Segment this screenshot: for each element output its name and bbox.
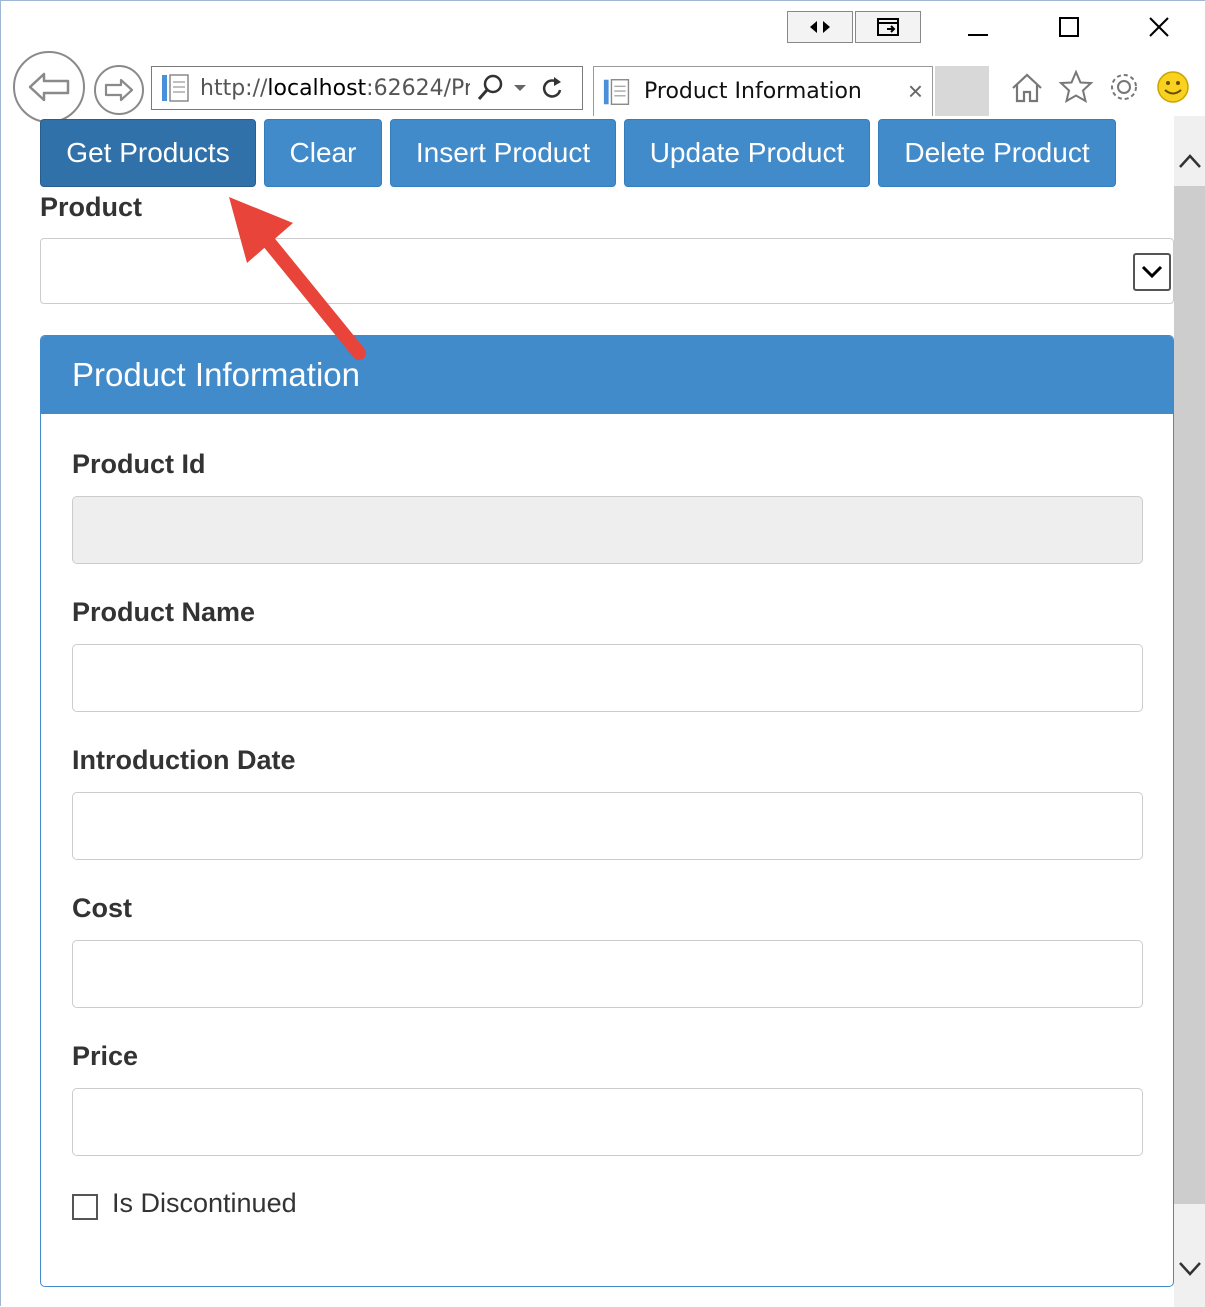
forward-arrow-icon [104, 78, 134, 102]
scroll-thumb[interactable] [1174, 186, 1205, 1204]
product-id-field [72, 496, 1143, 564]
url-path: :62624/Prc [366, 75, 470, 101]
product-name-field[interactable] [72, 644, 1143, 712]
page-icon [603, 78, 630, 105]
home-icon[interactable] [1009, 71, 1045, 105]
search-icon[interactable] [476, 73, 506, 103]
product-name-label: Product Name [72, 597, 256, 627]
chevron-down-icon[interactable] [1133, 253, 1171, 291]
page-icon [162, 74, 189, 102]
tab-title: Product Information [644, 79, 862, 104]
get-products-button[interactable]: Get Products [40, 119, 256, 187]
dev-tools-dock-button[interactable] [787, 11, 853, 43]
insert-product-button[interactable]: Insert Product [390, 119, 616, 187]
forward-button[interactable] [94, 65, 144, 115]
browser-chrome: http://localhost:62624/Prc Product In [1, 1, 1205, 123]
cost-label: Cost [72, 893, 132, 923]
dev-tools-undock-button[interactable] [855, 11, 921, 43]
product-id-label: Product Id [72, 449, 206, 479]
maximize-icon [1059, 17, 1079, 37]
tab-product-information[interactable]: Product Information × [593, 66, 933, 116]
vertical-scrollbar[interactable] [1174, 116, 1205, 1307]
minimize-button[interactable] [956, 11, 1000, 43]
introduction-date-label: Introduction Date [72, 745, 296, 775]
chevron-down-icon [1179, 1262, 1201, 1276]
gear-icon[interactable] [1106, 69, 1142, 105]
close-window-button[interactable] [1137, 11, 1181, 43]
price-field[interactable] [72, 1088, 1143, 1156]
undock-window-icon [877, 18, 899, 36]
split-arrows-icon [810, 21, 830, 33]
scroll-down-button[interactable] [1174, 1244, 1205, 1294]
scroll-up-button[interactable] [1174, 136, 1205, 186]
address-url[interactable]: http://localhost:62624/Prc [200, 76, 470, 101]
product-select-label: Product [40, 192, 143, 222]
update-product-button[interactable]: Update Product [624, 119, 870, 187]
is-discontinued-label: Is Discontinued [112, 1188, 297, 1218]
product-info-panel: Product Information Product Id Product N… [40, 335, 1174, 1287]
panel-title: Product Information [41, 336, 1173, 414]
favorites-star-icon[interactable] [1058, 69, 1094, 105]
price-label: Price [72, 1041, 139, 1071]
tab-close-icon[interactable]: × [908, 76, 923, 107]
url-scheme: http:// [200, 75, 268, 101]
product-select[interactable] [40, 238, 1174, 304]
address-bar[interactable]: http://localhost:62624/Prc [151, 66, 583, 110]
dropdown-triangle-icon[interactable] [510, 78, 530, 98]
maximize-button[interactable] [1047, 11, 1091, 43]
page-viewport: Get Products Clear Insert Product Update… [9, 116, 1174, 1307]
chevron-up-icon [1179, 154, 1201, 168]
delete-product-button[interactable]: Delete Product [878, 119, 1116, 187]
refresh-icon[interactable] [538, 74, 566, 102]
browser-window: http://localhost:62624/Prc Product In [0, 0, 1205, 1307]
smiley-feedback-icon[interactable] [1155, 69, 1191, 105]
back-arrow-icon [28, 72, 70, 102]
cost-field[interactable] [72, 940, 1143, 1008]
introduction-date-field[interactable] [72, 792, 1143, 860]
url-host: localhost [267, 75, 367, 101]
new-tab-button[interactable] [935, 66, 989, 116]
is-discontinued-checkbox[interactable] [72, 1194, 98, 1220]
close-icon [1149, 17, 1169, 37]
back-button[interactable] [13, 51, 85, 123]
clear-button[interactable]: Clear [264, 119, 382, 187]
minimize-icon [968, 34, 988, 36]
